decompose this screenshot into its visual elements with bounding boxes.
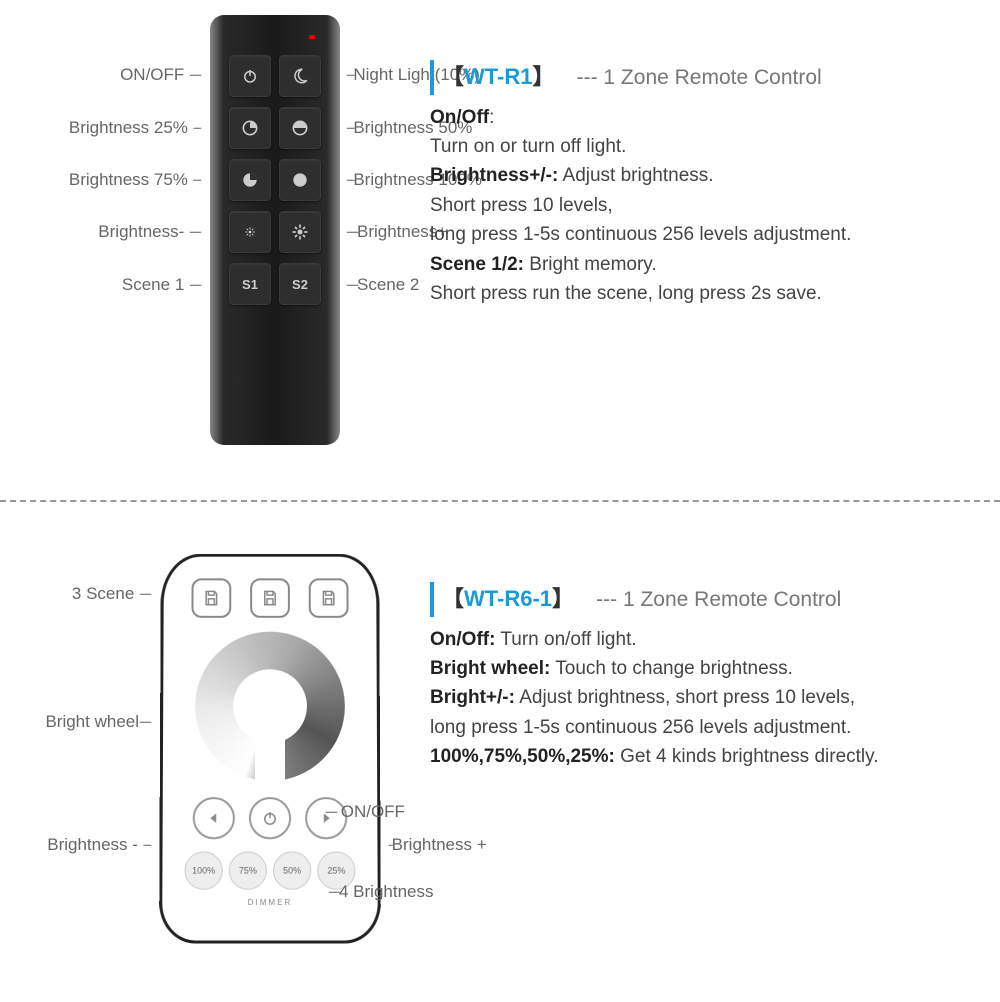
scene-save-1-button[interactable] (191, 578, 231, 617)
scene-2-button[interactable]: S2 (279, 263, 321, 305)
scene-save-3-button[interactable] (309, 578, 349, 617)
description-wt-r6-1: 【WT-R6-1】 --- 1 Zone Remote Control On/O… (430, 582, 980, 772)
power-button[interactable] (229, 55, 271, 97)
label-bplus-2: -Brightness + (388, 835, 487, 855)
brightness-minus-button[interactable] (193, 797, 235, 839)
label-scene2: ---Scene 2 (346, 275, 419, 295)
brightness-wheel[interactable] (195, 632, 345, 781)
section-wt-r6-1: 100% 75% 50% 25% DIMMER 3 Scene --- Brig… (0, 512, 1000, 1002)
remote-wt-r1: S1 S2 (210, 15, 340, 445)
label-onoff: ON/OFF --- (10, 65, 200, 85)
brightness-50-button[interactable] (279, 107, 321, 149)
description-wt-r1: 【WT-R1】 --- 1 Zone Remote Control On/Off… (430, 60, 980, 309)
brightness-plus-button[interactable] (279, 211, 321, 253)
label-scene1: Scene 1 --- (10, 275, 200, 295)
label-bminus: Brightness- --- (10, 222, 200, 242)
power-button[interactable] (249, 797, 291, 839)
brightness-100-button[interactable] (279, 159, 321, 201)
label-wheel: Bright wheel--- (0, 712, 150, 732)
brightness-minus-button[interactable] (229, 211, 271, 253)
label-onoff-2: --- ON/OFF (325, 802, 405, 822)
scene-1-button[interactable]: S1 (229, 263, 271, 305)
label-4bright: ---4 Brightness (328, 882, 433, 902)
night-light-button[interactable] (279, 55, 321, 97)
indicator-led (309, 35, 315, 39)
desc-header: 【WT-R1】 --- 1 Zone Remote Control (430, 60, 980, 95)
pct-75-button[interactable]: 75% (229, 851, 267, 889)
pct-100-button[interactable]: 100% (184, 851, 222, 889)
label-b75: Brightness 75% -- (10, 170, 200, 190)
section-wt-r1: S1 S2 ON/OFF --- Brightness 25% -- Brigh… (0, 0, 1000, 490)
pct-50-button[interactable]: 50% (273, 851, 311, 889)
scene-save-2-button[interactable] (250, 578, 290, 617)
brightness-25-button[interactable] (229, 107, 271, 149)
brightness-75-button[interactable] (229, 159, 271, 201)
label-bminus-2: Brightness - -- (0, 835, 150, 855)
section-divider (0, 500, 1000, 502)
desc-header-2: 【WT-R6-1】 --- 1 Zone Remote Control (430, 582, 980, 617)
label-3scene: 3 Scene --- (0, 584, 150, 604)
label-b25: Brightness 25% -- (10, 118, 200, 138)
